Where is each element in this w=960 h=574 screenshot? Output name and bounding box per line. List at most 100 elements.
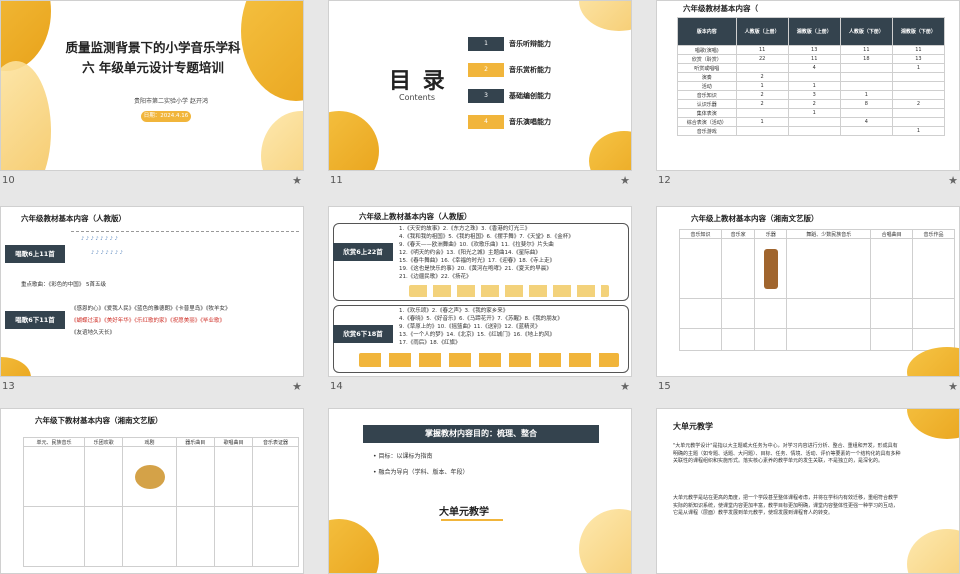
table-cell: 认识乐器 <box>677 99 737 109</box>
table-cell <box>891 72 946 82</box>
work-line: 9.《草原上的》10.《摇篮曲》11.《送别》12.《蓝精灵》 <box>399 324 541 330</box>
slide-thumb-11[interactable]: 目 录 Contents 1 音乐听辩能力 2 音乐赏析能力 3 基础编创能力 … <box>328 0 632 190</box>
slide-13-canvas[interactable]: 六年级教材基本内容（人教版） 唱歌6上11首 ♪ ♪ ♪ ♪ ♪ ♪ ♪ ♪ ♪… <box>0 206 304 377</box>
table-cell: 11 <box>787 54 841 64</box>
slide-number: 15 <box>658 381 671 392</box>
table-cell: 活动 <box>677 81 737 91</box>
paragraph-2: 大单元教学是站在更高的角度，把一个学段甚至整体课程考虑，并将在学科内有效迁移，重… <box>673 495 899 516</box>
table-header: 舞蹈、少数民族音乐 <box>786 229 872 239</box>
song-line: 《蝴蝶过溪》《美好年华》《乐红歌的家》《祝愿美丽》《毕业歌》 <box>71 318 226 324</box>
work-line: 19.《这也是快乐的事》20.《黄河在咆哮》21.《夏天的早晨》 <box>399 266 552 272</box>
content-table: 音乐知识 音乐家 乐器 舞蹈、少数民族音乐 合唱曲目 音乐作品 <box>679 229 955 351</box>
table-cell: 1 <box>735 117 789 127</box>
work-line: 4.《春晓》5.《好音乐》6.《马蹄花开》7.《苏醒》8.《我的朋友》 <box>399 316 563 322</box>
bullet-2: • 融合为导向（学科、版本、年段） <box>373 469 469 476</box>
work-line: 15.《春牛舞曲》16.《幸福的时光》17.《迎春》18.《寺上走》 <box>399 258 555 264</box>
slide-thumb-16[interactable]: 六年级下教材基本内容（湘南文艺版） 单元、民族音乐 乐团欢歌 戏剧 器乐曲目 歌… <box>0 408 304 574</box>
slide-15-canvas[interactable]: 六年级上教材基本内容（湘南文艺版） 音乐知识 音乐家 乐器 舞蹈、少数民族音乐 … <box>656 206 960 377</box>
table-header: 歌唱曲目 <box>213 437 254 447</box>
table-cell: 11 <box>839 45 893 55</box>
slide-17-canvas[interactable]: 掌握教材内容目的：梳理、整合 • 目标：以课标为指南 • 融合为导向（学科、版本… <box>328 408 632 574</box>
table-cell <box>891 90 946 100</box>
table-header: 器乐曲目 <box>175 437 215 447</box>
table-header: 人教版（下册） <box>839 17 893 46</box>
bullet-1: • 目标：以课标为指南 <box>373 453 433 460</box>
table-header: 音乐家 <box>720 229 756 239</box>
table-cell: 2 <box>735 99 789 109</box>
decor-shape <box>261 111 303 170</box>
table-cell: 欣赏（聆赏） <box>677 54 737 64</box>
table-cell: 2 <box>787 99 841 109</box>
table-header: 合唱曲目 <box>870 229 914 239</box>
key-songs-note: 重点歌曲：《彩色的中国》 5首五级 <box>21 282 106 288</box>
table-cell: 1 <box>787 81 841 91</box>
decor-shape <box>329 519 379 573</box>
table-cell <box>839 72 893 82</box>
table-cell: 音乐游戏 <box>677 126 737 136</box>
slide-14-canvas[interactable]: 六年级上教材基本内容（人教版） 欣赏6上22首 1.《天安的故事》2.《东方之珠… <box>328 206 632 377</box>
table-cell: 2 <box>735 72 789 82</box>
slide-thumb-18[interactable]: 大单元教学 "大单元教学设计"是指以大主题或大任务为中心，对学习内容进行分析、整… <box>656 408 960 574</box>
table-header: 戏剧 <box>122 437 177 447</box>
table-cell <box>787 117 841 127</box>
song-line: 《感恩的心》《爱我人民》《蓝色的雅德朗》《卡普里岛》《牧羊女》 <box>71 306 231 312</box>
table-cell: 22 <box>735 54 789 64</box>
slide-thumb-15[interactable]: 六年级上教材基本内容（湘南文艺版） 音乐知识 音乐家 乐器 舞蹈、少数民族音乐 … <box>656 206 960 396</box>
work-line: 21.《边疆民歌》22.《扬花》 <box>399 274 472 280</box>
slide-title: 六年级上教材基本内容（人教版） <box>359 212 472 221</box>
slide-18-canvas[interactable]: 大单元教学 "大单元教学设计"是指以大主题或大任务为中心，对学习内容进行分析、整… <box>656 408 960 574</box>
table-cell: 18 <box>839 54 893 64</box>
star-icon[interactable]: ★ <box>948 174 958 187</box>
slide-12-canvas[interactable]: 六年级教材基本内容（ 版本内容 人教版（上册） 湘教版（上册） 人教版（下册） … <box>656 0 960 171</box>
work-line: 17.《雨后》18.《红旗》 <box>399 340 461 346</box>
slide-thumb-12[interactable]: 六年级教材基本内容（ 版本内容 人教版（上册） 湘教版（上册） 人教版（下册） … <box>656 0 960 190</box>
slide-title: 大单元教学 <box>673 422 713 431</box>
table-cell: 8 <box>839 99 893 109</box>
slide-thumb-14[interactable]: 六年级上教材基本内容（人教版） 欣赏6上22首 1.《天安的故事》2.《东方之珠… <box>328 206 632 396</box>
table-cell: 13 <box>891 54 946 64</box>
table-cell: 1 <box>839 90 893 100</box>
decor-shape <box>1 357 31 376</box>
toc-number-2: 2 <box>468 63 504 77</box>
slide-title: 六年级下教材基本内容（湘南文艺版） <box>35 416 163 425</box>
slide-10-canvas[interactable]: 质量监测背景下的小学音乐学科 六 年级单元设计专题培训 贵阳市第二实验小学 赵开… <box>0 0 304 171</box>
table-header: 乐器 <box>754 229 788 239</box>
star-icon[interactable]: ★ <box>292 174 302 187</box>
paragraph-1: "大单元教学设计"是指以大主题或大任务为中心，对学习内容进行分析、整合、重组和开… <box>673 443 901 464</box>
work-line: 1.《天安的故事》2.《东方之珠》3.《香港的灯光三》 <box>399 226 531 232</box>
slide-subtitle: 六 年级单元设计专题培训 <box>82 60 224 75</box>
table-header: 音乐表证器 <box>252 437 299 447</box>
star-icon[interactable]: ★ <box>292 380 302 393</box>
toc-item-1: 音乐听辩能力 <box>509 40 551 48</box>
slide-11-canvas[interactable]: 目 录 Contents 1 音乐听辩能力 2 音乐赏析能力 3 基础编创能力 … <box>328 0 632 171</box>
star-icon[interactable]: ★ <box>948 380 958 393</box>
table-cell: 集体表演 <box>677 108 737 118</box>
table-cell <box>839 108 893 118</box>
section-label: 唱歌6下11首 <box>5 311 65 329</box>
slide-title: 质量监测背景下的小学音乐学科 <box>65 40 241 55</box>
slide-number: 12 <box>658 175 671 186</box>
table-cell: 综合表演（活动） <box>677 117 737 127</box>
decor-shape <box>1 1 51 71</box>
bullet-text: 融合为导向（学科、版本、年段） <box>378 469 469 476</box>
star-icon[interactable]: ★ <box>620 380 630 393</box>
table-header: 人教版（上册） <box>735 17 789 46</box>
star-icon[interactable]: ★ <box>620 174 630 187</box>
slide-thumb-10[interactable]: 质量监测背景下的小学音乐学科 六 年级单元设计专题培训 贵阳市第二实验小学 赵开… <box>0 0 304 190</box>
table-cell: 11 <box>735 45 789 55</box>
slide-thumb-17[interactable]: 掌握教材内容目的：梳理、整合 • 目标：以课标为指南 • 融合为导向（学科、版本… <box>328 408 632 574</box>
toc-subtitle: Contents <box>399 93 435 102</box>
content-table: 版本内容 人教版（上册） 湘教版（上册） 人教版（下册） 湘教版（下册） 唱歌(… <box>677 17 946 136</box>
slide-16-canvas[interactable]: 六年级下教材基本内容（湘南文艺版） 单元、民族音乐 乐团欢歌 戏剧 器乐曲目 歌… <box>0 408 304 574</box>
table-cell: 1 <box>735 81 789 91</box>
toc-item-3: 基础编创能力 <box>509 92 551 100</box>
slide-thumb-13[interactable]: 六年级教材基本内容（人教版） 唱歌6上11首 ♪ ♪ ♪ ♪ ♪ ♪ ♪ ♪ ♪… <box>0 206 304 396</box>
table-header: 音乐作品 <box>912 229 955 239</box>
work-line: 1.《欢乐颂》2.《春之声》3.《我的家乡来》 <box>399 308 509 314</box>
table-header: 乐团欢歌 <box>84 437 124 447</box>
work-line: 13.《一个人的梦》14.《北京》15.《红城门》16.《地上的风》 <box>399 332 555 338</box>
slide-title: 六年级教材基本内容（人教版） <box>21 214 126 223</box>
table-cell <box>891 108 946 118</box>
table-cell: 1 <box>891 63 946 73</box>
table-cell <box>839 126 893 136</box>
